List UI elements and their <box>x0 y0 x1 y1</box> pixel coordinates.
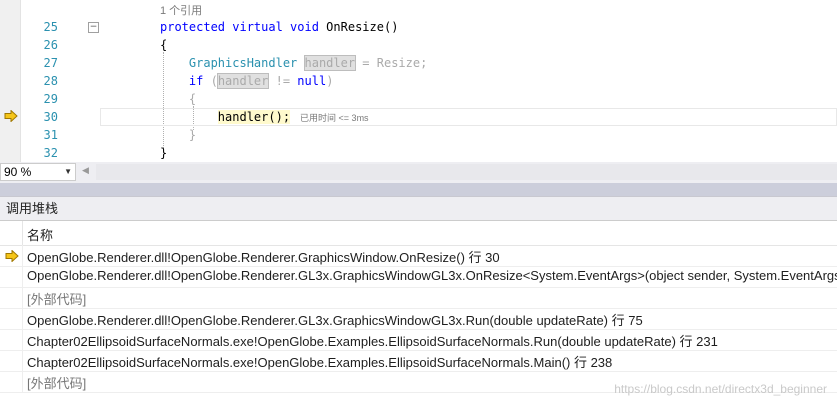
row-gutter <box>0 266 23 287</box>
code-editor[interactable]: 1 个引用 25 − protected virtual void OnResize… <box>0 0 837 162</box>
code-line[interactable]: 27 GraphicsHandler handler = Resize; <box>0 54 837 72</box>
callstack-row[interactable]: [外部代码] <box>0 287 837 309</box>
code-text: { <box>160 36 167 54</box>
collapse-minus-icon[interactable]: − <box>88 22 99 33</box>
perf-tip: 已用时间 <= 3ms <box>300 113 369 123</box>
code-token: null <box>297 74 327 88</box>
horizontal-scrollbar[interactable] <box>96 164 837 180</box>
code-line[interactable]: 32} <box>0 144 837 162</box>
code-token: != <box>268 74 298 88</box>
code-token: { <box>160 92 197 106</box>
callstack-pane: 名称 OpenGlobe.Renderer.dll!OpenGlobe.Rend… <box>0 220 837 402</box>
chevron-down-icon: ▼ <box>64 167 72 176</box>
code-token: if <box>160 74 211 88</box>
row-gutter <box>0 308 23 329</box>
code-token: { <box>160 38 168 52</box>
pane-splitter[interactable] <box>0 183 837 196</box>
code-text: } <box>160 144 167 162</box>
scroll-left-icon[interactable]: ◀ <box>82 166 89 176</box>
stack-frame-text: Chapter02EllipsoidSurfaceNormals.exe!Ope… <box>27 355 613 370</box>
line-number: 26 <box>43 38 58 52</box>
callstack-header[interactable]: 名称 <box>0 221 837 246</box>
code-text: { <box>160 90 196 108</box>
code-text: GraphicsHandler handler = Resize; <box>160 54 427 72</box>
callstack-row[interactable]: OpenGlobe.Renderer.dll!OpenGlobe.Rendere… <box>0 245 837 267</box>
callstack-row[interactable]: Chapter02EllipsoidSurfaceNormals.exe!Ope… <box>0 350 837 372</box>
callstack-row[interactable]: OpenGlobe.Renderer.dll!OpenGlobe.Rendere… <box>0 266 837 288</box>
code-token: handler(); <box>217 110 291 124</box>
code-token: = Resize; <box>355 56 428 70</box>
code-text: if (handler != null) <box>160 72 333 90</box>
code-text: protected virtual void OnResize() <box>160 18 398 36</box>
external-code-label: [外部代码] <box>27 292 87 307</box>
code-line[interactable]: 31 } <box>0 126 837 144</box>
line-number: 25 <box>43 20 58 34</box>
zoom-level-dropdown[interactable]: 90 % ▼ <box>0 163 76 181</box>
stack-frame-text: OpenGlobe.Renderer.dll!OpenGlobe.Rendere… <box>27 268 837 283</box>
code-token: void <box>290 20 327 34</box>
stack-frame-text: OpenGlobe.Renderer.dll!OpenGlobe.Rendere… <box>27 313 643 328</box>
header-gutter <box>0 221 23 245</box>
row-gutter <box>0 329 23 350</box>
code-token: OnResize() <box>326 20 399 34</box>
line-number: 29 <box>43 92 58 106</box>
row-gutter <box>0 287 23 308</box>
external-code-label: [外部代码] <box>27 376 87 391</box>
callstack-row[interactable]: Chapter02EllipsoidSurfaceNormals.exe!Ope… <box>0 329 837 351</box>
editor-bottom-bar: 90 % ▼ ◀ <box>0 162 837 183</box>
code-line[interactable]: 29 { <box>0 90 837 108</box>
stack-frame-text: OpenGlobe.Renderer.dll!OpenGlobe.Rendere… <box>27 250 500 265</box>
row-gutter <box>0 371 23 392</box>
code-text: handler(); 已用时间 <= 3ms <box>160 108 369 127</box>
code-token: ( <box>210 74 218 88</box>
code-token: } <box>160 146 168 160</box>
row-gutter <box>0 350 23 371</box>
callstack-row[interactable]: OpenGlobe.Renderer.dll!OpenGlobe.Rendere… <box>0 308 837 330</box>
callstack-pane-title[interactable]: 调用堆栈 <box>0 196 837 220</box>
line-number: 27 <box>43 56 58 70</box>
code-line[interactable]: 28 if (handler != null) <box>0 72 837 90</box>
line-number: 28 <box>43 74 58 88</box>
line-number: 32 <box>43 146 58 160</box>
zoom-level-value: 90 % <box>4 165 32 179</box>
code-token: GraphicsHandler <box>160 56 305 70</box>
code-line[interactable]: 26 { <box>0 36 837 54</box>
current-frame-arrow-icon <box>5 250 19 262</box>
stack-frame-text: Chapter02EllipsoidSurfaceNormals.exe!Ope… <box>27 334 718 349</box>
code-line[interactable]: 30 handler(); 已用时间 <= 3ms <box>0 108 837 126</box>
code-token: handler <box>303 55 357 71</box>
code-text: } <box>160 126 196 144</box>
line-number: 30 <box>43 110 58 124</box>
code-token: ) <box>326 74 334 88</box>
code-line[interactable]: 25 − protected virtual void OnResize() <box>0 18 837 36</box>
line-number: 31 <box>43 128 58 142</box>
code-token: handler <box>216 73 270 89</box>
code-token: } <box>160 128 197 142</box>
column-header-name[interactable]: 名称 <box>27 225 53 244</box>
code-token: virtual <box>232 20 291 34</box>
code-token: protected <box>160 20 233 34</box>
reference-codelens[interactable]: 1 个引用 <box>160 2 202 18</box>
watermark: https://blog.csdn.net/directx3d_beginner <box>614 382 827 396</box>
